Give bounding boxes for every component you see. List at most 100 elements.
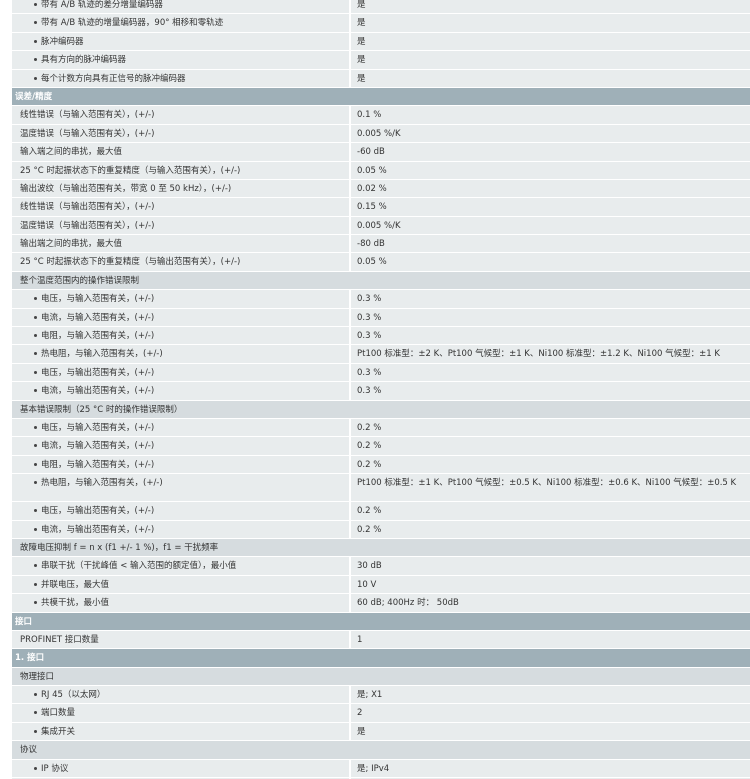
spec-value: 是 [351,722,750,741]
spec-value: 0.15 % [351,198,750,216]
spec-value: 是 [351,51,750,69]
spec-label: 线性错误（与输入范围有关），(+/-) [12,106,351,124]
spec-value: 0.2 % [351,502,750,520]
spec-value: 是; X1 [351,686,750,704]
spec-row: 电压，与输出范围有关，(+/-) 0.2 % [12,502,750,521]
spec-row: RJ 45（以太网） 是; X1 [12,686,750,705]
spec-row: 输入端之间的串扰，最大值 -60 dB [12,143,750,162]
spec-label: 每个计数方向具有正信号的脉冲编码器 [12,69,351,87]
section-header: 接口 [12,612,750,631]
spec-value: 10 V [351,575,750,594]
spec-label: PROFINET 接口数量 [12,630,351,649]
subsection-title: 故障电压抑制 f = n x (f1 +/- 1 %)，f1 = 干扰频率 [12,538,750,557]
spec-label: 输出波纹（与输出范围有关，带宽 0 至 50 kHz），(+/-) [12,179,351,198]
spec-value: 0.005 %/K [351,216,750,235]
spec-table: 带有 A/B 轨迹的差分增量编码器是带有 A/B 轨迹的增量编码器，90° 相移… [0,0,750,779]
spec-value: 是 [351,32,750,51]
spec-label: 25 °C 时起振状态下的重复精度（与输入范围有关），(+/-) [12,161,351,179]
spec-label: 热电阻，与输入范围有关，(+/-) [12,474,351,502]
spec-value: 0.3 % [351,382,750,400]
spec-row: 电压，与输出范围有关，(+/-) 0.3 % [12,363,750,383]
spec-value: 0.3 % [351,290,750,308]
spec-row: 电压，与输入范围有关，(+/-) 0.3 % [12,290,750,309]
spec-label: 线性错误（与输出范围有关），(+/-) [12,198,351,216]
spec-label: 电流，与输出范围有关，(+/-) [12,382,351,400]
spec-label: 电流，与输入范围有关，(+/-) [12,437,351,455]
spec-row: 电流，与输入范围有关，(+/-) 0.2 % [12,437,750,456]
spec-value: 是 [351,14,750,32]
spec-value: 2 [351,704,750,722]
spec-row: 每个计数方向具有正信号的脉冲编码器是 [12,69,750,88]
spec-label: 脉冲编码器 [12,32,351,51]
subsection-title: 协议 [12,741,750,759]
spec-row: 线性错误（与输出范围有关），(+/-) 0.15 % [12,198,750,217]
subsection-header: 物理接口 [12,667,750,687]
spec-row: 输出端之间的串扰，最大值 -80 dB [12,235,750,254]
spec-label: 电压，与输入范围有关，(+/-) [12,418,351,437]
spec-label: 电流，与输入范围有关，(+/-) [12,308,351,327]
spec-row: 温度错误（与输入范围有关），(+/-) 0.005 %/K [12,124,750,144]
spec-label: 集成开关 [12,722,351,741]
spec-value: 0.2 % [351,455,750,474]
spec-label: IP 协议 [12,759,351,778]
spec-label: 温度错误（与输入范围有关），(+/-) [12,124,351,143]
spec-label: 25 °C 时起振状态下的重复精度（与输出范围有关），(+/-) [12,253,351,271]
spec-value: 0.2 % [351,437,750,455]
spec-row: 端口数量 2 [12,704,750,723]
spec-label: 热电阻，与输入范围有关，(+/-) [12,345,351,363]
spec-row: 带有 A/B 轨迹的差分增量编码器是 [12,0,750,15]
spec-value: 0.3 % [351,308,750,327]
subsection-title: 物理接口 [12,667,750,686]
spec-value: 0.2 % [351,418,750,437]
spec-row: 电阻，与输入范围有关，(+/-) 0.3 % [12,327,750,346]
spec-row: 线性错误（与输入范围有关），(+/-) 0.1 % [12,106,750,125]
spec-label: 电流，与输出范围有关，(+/-) [12,520,351,538]
spec-label: 共模干扰，最小值 [12,594,351,612]
section-title: 接口 [12,612,750,630]
spec-value: 0.005 %/K [351,124,750,143]
spec-label: 电压，与输入范围有关，(+/-) [12,290,351,308]
spec-row: 输出波纹（与输出范围有关，带宽 0 至 50 kHz），(+/-) 0.02 % [12,179,750,199]
spec-row: 电流，与输出范围有关，(+/-) 0.2 % [12,520,750,539]
spec-row: 带有 A/B 轨迹的增量编码器，90° 相移和零轨迹是 [12,14,750,33]
section-header: 1. 接口 [12,649,750,668]
spec-row: 集成开关是 [12,722,750,742]
spec-value: 是; IPv4 [351,759,750,778]
spec-row: 25 °C 时起振状态下的重复精度（与输出范围有关），(+/-) 0.05 % [12,253,750,272]
spec-row: 脉冲编码器是 [12,32,750,52]
spec-row: 具有方向的脉冲编码器是 [12,51,750,70]
spec-label: 并联电压，最大值 [12,575,351,594]
spec-label: 端口数量 [12,704,351,722]
spec-value: -80 dB [351,235,750,253]
spec-row: 25 °C 时起振状态下的重复精度（与输入范围有关），(+/-) 0.05 % [12,161,750,180]
spec-value: 0.3 % [351,363,750,382]
spec-row: 热电阻，与输入范围有关，(+/-) Pt100 标准型：±2 K、Pt100 气候… [12,345,750,364]
spec-label: 电阻，与输入范围有关，(+/-) [12,327,351,345]
spec-value: 是 [351,69,750,87]
spec-row: 电压，与输入范围有关，(+/-) 0.2 % [12,418,750,438]
spec-row: 串联干扰（干扰峰值 < 输入范围的额定值），最小值 30 dB [12,557,750,576]
spec-row: 电阻，与输入范围有关，(+/-) 0.2 % [12,455,750,475]
spec-value: 0.1 % [351,106,750,124]
spec-label: 电阻，与输入范围有关，(+/-) [12,455,351,474]
subsection-title: 基本错误限制（25 °C 时的操作错误限制） [12,400,750,418]
subsection-title: 整个温度范围内的操作错误限制 [12,271,750,290]
spec-row: 共模干扰，最小值 60 dB; 400Hz 时： 50dB [12,594,750,613]
spec-row: 电流，与输出范围有关，(+/-) 0.3 % [12,382,750,401]
spec-value: 是 [351,0,750,14]
spec-value: 0.02 % [351,179,750,198]
spec-value: 30 dB [351,557,750,575]
spec-value: 0.3 % [351,327,750,345]
spec-value: 0.2 % [351,520,750,538]
subsection-header: 故障电压抑制 f = n x (f1 +/- 1 %)，f1 = 干扰频率 [12,538,750,558]
spec-label: 串联干扰（干扰峰值 < 输入范围的额定值），最小值 [12,557,351,575]
spec-value: 0.05 % [351,253,750,271]
spec-label: 带有 A/B 轨迹的差分增量编码器 [12,0,351,14]
spec-label: RJ 45（以太网） [12,686,351,704]
section-header: 误差/精度 [12,87,750,107]
spec-value: -60 dB [351,143,750,161]
spec-value: Pt100 标准型：±1 K、Pt100 气候型：±0.5 K、Ni100 标准… [351,474,750,502]
spec-row: 电流，与输入范围有关，(+/-) 0.3 % [12,308,750,328]
spec-label: 带有 A/B 轨迹的增量编码器，90° 相移和零轨迹 [12,14,351,32]
subsection-header: 协议 [12,741,750,760]
